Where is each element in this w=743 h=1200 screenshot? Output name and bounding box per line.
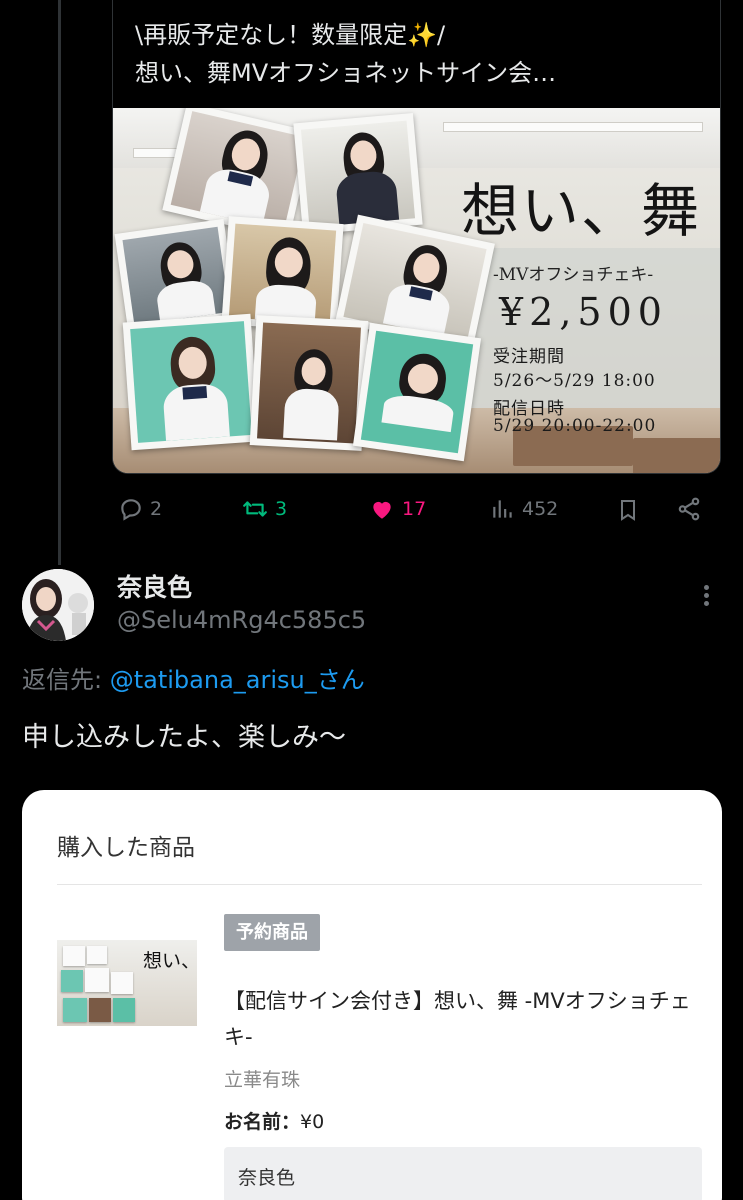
purchase-card-header: 購入した商品 — [57, 835, 195, 861]
reply-count: 2 — [150, 498, 163, 520]
bar-chart-icon — [490, 496, 516, 522]
share-button[interactable] — [676, 496, 702, 522]
promo-image[interactable]: 想い、舞 -MVオフショチェキ- ¥2,500 受注期間 5/26〜5/29 1… — [113, 108, 720, 473]
seller-name: 立華有珠 — [224, 1069, 301, 1091]
name-field: 奈良色 — [224, 1147, 702, 1200]
promo-subtitle: -MVオフショチェキ- — [493, 265, 654, 285]
quoted-text-line-2: 想い、舞MVオフショネットサイン会… — [135, 59, 557, 87]
thread-line — [58, 0, 61, 565]
promo-stream-time: 5/29 20:00-22:00 — [493, 416, 657, 436]
retweet-icon — [241, 496, 269, 522]
product-name[interactable]: 【配信サイン会付き】想い、舞 -MVオフショチェキ- — [224, 983, 714, 1055]
photo-polaroid — [249, 315, 369, 451]
photo-polaroid — [352, 322, 482, 462]
heart-icon — [368, 496, 396, 522]
share-icon — [676, 496, 702, 522]
reply-button[interactable]: 2 — [118, 496, 162, 522]
thumbnail-title: 想い、舞 — [143, 950, 197, 972]
views-button[interactable]: 452 — [490, 496, 558, 522]
quoted-tweet-card[interactable]: \再販予定なし！数量限定✨/ 想い、舞MVオフショネットサイン会… 想い、舞 -… — [112, 0, 721, 474]
item-price: ¥0 — [300, 1111, 325, 1133]
like-button[interactable]: 17 — [368, 496, 426, 522]
retweet-button[interactable]: 3 — [241, 496, 287, 522]
avatar[interactable] — [22, 569, 94, 641]
name-price-line: お名前：¥0 — [224, 1107, 324, 1134]
tweet-text: 申し込みしたよ、楽しみ〜 — [22, 722, 346, 753]
promo-title: 想い、舞 — [461, 177, 702, 245]
tweet-action-bar: 2 3 17 452 — [0, 496, 743, 528]
views-count: 452 — [522, 498, 559, 520]
promo-order-period: 5/26〜5/29 18:00 — [493, 371, 656, 391]
bookmark-icon — [616, 496, 640, 524]
promo-price: ¥2,500 — [499, 290, 668, 334]
display-name[interactable]: 奈良色 — [117, 568, 192, 604]
retweet-count: 3 — [275, 498, 288, 520]
reply-to-user-link[interactable]: @tatibana_arisu_さん — [110, 666, 365, 694]
reply-to-line: 返信先: @tatibana_arisu_さん — [22, 660, 365, 695]
promo-order-period-label: 受注期間 — [493, 347, 565, 367]
quoted-text-line-1: \再販予定なし！数量限定✨/ — [135, 21, 446, 49]
like-count: 17 — [402, 498, 427, 520]
promo-ceiling-light — [443, 122, 703, 132]
reply-icon — [118, 496, 144, 522]
more-options-icon[interactable] — [696, 582, 716, 612]
product-thumbnail[interactable]: 想い、舞 — [57, 940, 197, 1026]
preorder-badge: 予約商品 — [224, 914, 320, 951]
reply-to-label: 返信先: — [22, 666, 103, 694]
divider — [57, 884, 702, 885]
quoted-tweet-text: \再販予定なし！数量限定✨/ 想い、舞MVオフショネットサイン会… — [113, 0, 720, 92]
promo-desk — [633, 438, 720, 473]
user-handle[interactable]: @Selu4mRg4c585c5 — [117, 606, 366, 634]
photo-polaroid — [122, 313, 260, 451]
bookmark-button[interactable] — [616, 496, 640, 524]
purchase-card[interactable]: 購入した商品 想い、舞 予約商品 【配信サイン会付き】想い、舞 -MVオフショチ… — [22, 790, 722, 1200]
name-label: お名前： — [224, 1111, 301, 1133]
